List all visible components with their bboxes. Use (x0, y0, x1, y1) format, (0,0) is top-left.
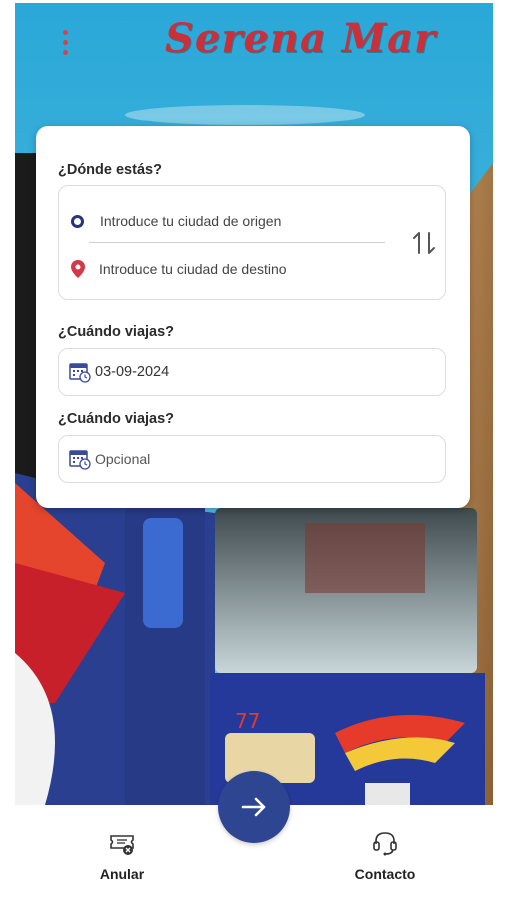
route-box: Introduce tu ciudad de origen Introduce … (58, 185, 446, 300)
route-divider (89, 242, 385, 243)
return-label: ¿Cuándo viajas? (58, 411, 175, 427)
origin-placeholder: Introduce tu ciudad de origen (100, 213, 282, 229)
return-date-field[interactable]: Opcional (58, 435, 446, 483)
logo: Serena Mar (165, 15, 437, 62)
cancel-ticket-button[interactable]: Anular (72, 828, 172, 888)
menu-button[interactable] (55, 25, 75, 59)
menu-dot (62, 39, 68, 45)
when-label: ¿Cuándo viajas? (58, 324, 175, 340)
destination-input[interactable]: Introduce tu ciudad de destino (69, 254, 369, 284)
destination-placeholder: Introduce tu ciudad de destino (99, 261, 287, 277)
departure-date-field[interactable]: 03-09-2024 (58, 348, 446, 396)
menu-dot (62, 29, 68, 35)
return-date-placeholder: Opcional (95, 451, 151, 467)
where-label: ¿Dónde estás? (58, 162, 162, 178)
headset-icon (373, 832, 397, 856)
cancel-label: Anular (99, 866, 145, 882)
origin-circle-icon (71, 214, 84, 228)
swap-icon[interactable] (409, 228, 439, 258)
calendar-icon (69, 363, 91, 383)
menu-dot (62, 49, 68, 55)
ticket-cancel-icon (110, 835, 134, 855)
contact-label: Contacto (354, 866, 416, 882)
svg-text:77: 77 (235, 709, 260, 733)
calendar-icon (69, 450, 91, 470)
origin-input[interactable]: Introduce tu ciudad de origen (69, 206, 369, 236)
location-pin-icon (69, 259, 87, 279)
contact-button[interactable]: Contacto (335, 828, 435, 888)
departure-date-value: 03-09-2024 (95, 364, 170, 380)
arrow-right-icon (241, 797, 266, 817)
search-card: ¿Dónde estás? Introduce tu ciudad de ori… (36, 126, 470, 508)
search-submit-button[interactable] (218, 771, 290, 843)
